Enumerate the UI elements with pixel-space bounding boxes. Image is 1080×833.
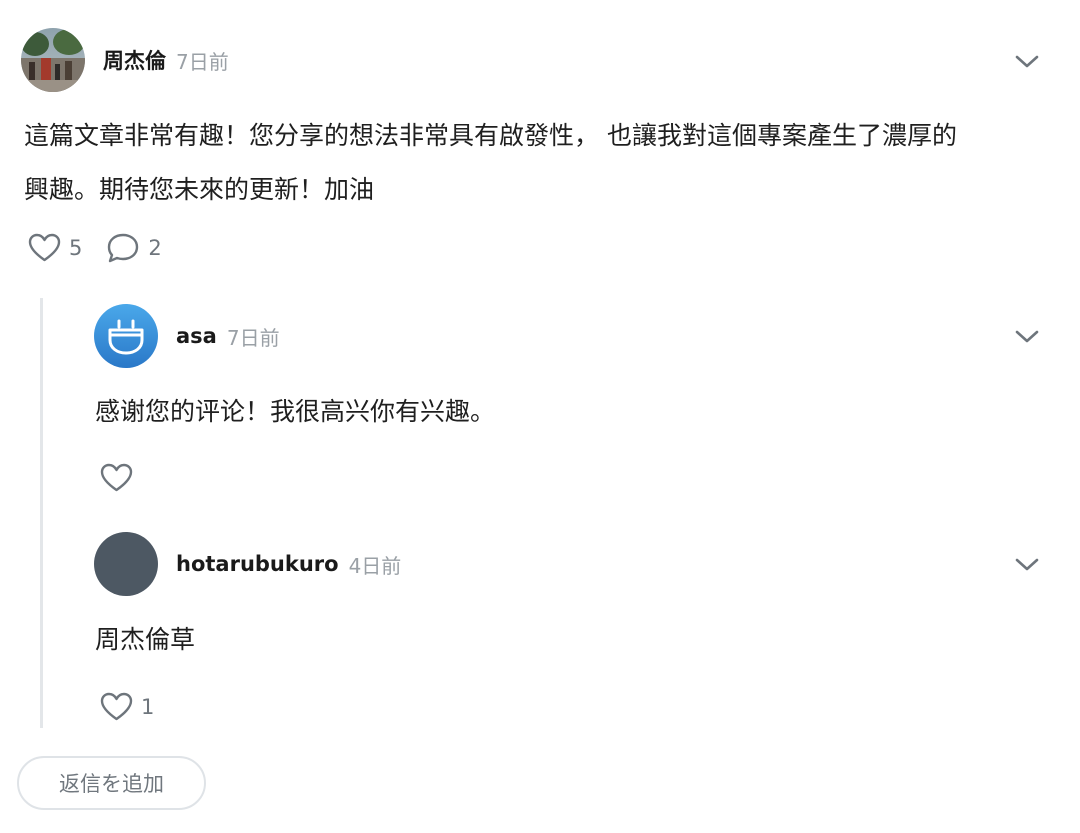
like-count: 1 (141, 695, 155, 719)
author-name[interactable]: 周杰倫 (103, 45, 166, 75)
chevron-down-icon[interactable] (1012, 327, 1042, 347)
comment-body-line: 興趣。期待您未來的更新！加油 (24, 175, 375, 204)
chevron-down-icon[interactable] (1012, 52, 1042, 72)
reply-body: 感谢您的评论！我很高兴你有兴趣。 (95, 397, 496, 426)
reply-count: 2 (148, 236, 162, 260)
chevron-down-icon[interactable] (1012, 555, 1042, 575)
reply-body: 周杰倫草 (95, 625, 196, 654)
avatar[interactable] (21, 28, 85, 92)
avatar[interactable] (94, 304, 158, 368)
reply-actions (100, 463, 133, 493)
comment-bubble-icon[interactable] (106, 232, 140, 264)
comment-actions: 5 2 (28, 232, 162, 264)
reply-actions: 1 (100, 692, 154, 722)
comment-body: 這篇文章非常有趣！您分享的想法非常具有啟發性， 也讓我對這個專案產生了濃厚的 興… (24, 109, 1064, 217)
timestamp[interactable]: 7日前 (227, 322, 280, 351)
comment-body-line: 這篇文章非常有趣！您分享的想法非常具有啟發性， 也讓我對這個專案產生了濃厚的 (24, 121, 957, 150)
thread-line (40, 298, 43, 728)
comment-header: 周杰倫 7日前 (21, 28, 229, 92)
timestamp[interactable]: 7日前 (176, 46, 229, 75)
heart-icon[interactable] (100, 463, 133, 493)
reply-header: hotarubukuro 4日前 (94, 532, 401, 596)
timestamp[interactable]: 4日前 (349, 550, 402, 579)
author-name[interactable]: asa (176, 324, 217, 348)
heart-icon[interactable] (100, 692, 133, 722)
avatar[interactable] (94, 532, 158, 596)
heart-icon[interactable] (28, 233, 61, 263)
like-count: 5 (69, 236, 83, 260)
author-name[interactable]: hotarubukuro (176, 552, 339, 576)
add-reply-button[interactable]: 返信を追加 (17, 756, 206, 810)
reply-header: asa 7日前 (94, 304, 280, 368)
